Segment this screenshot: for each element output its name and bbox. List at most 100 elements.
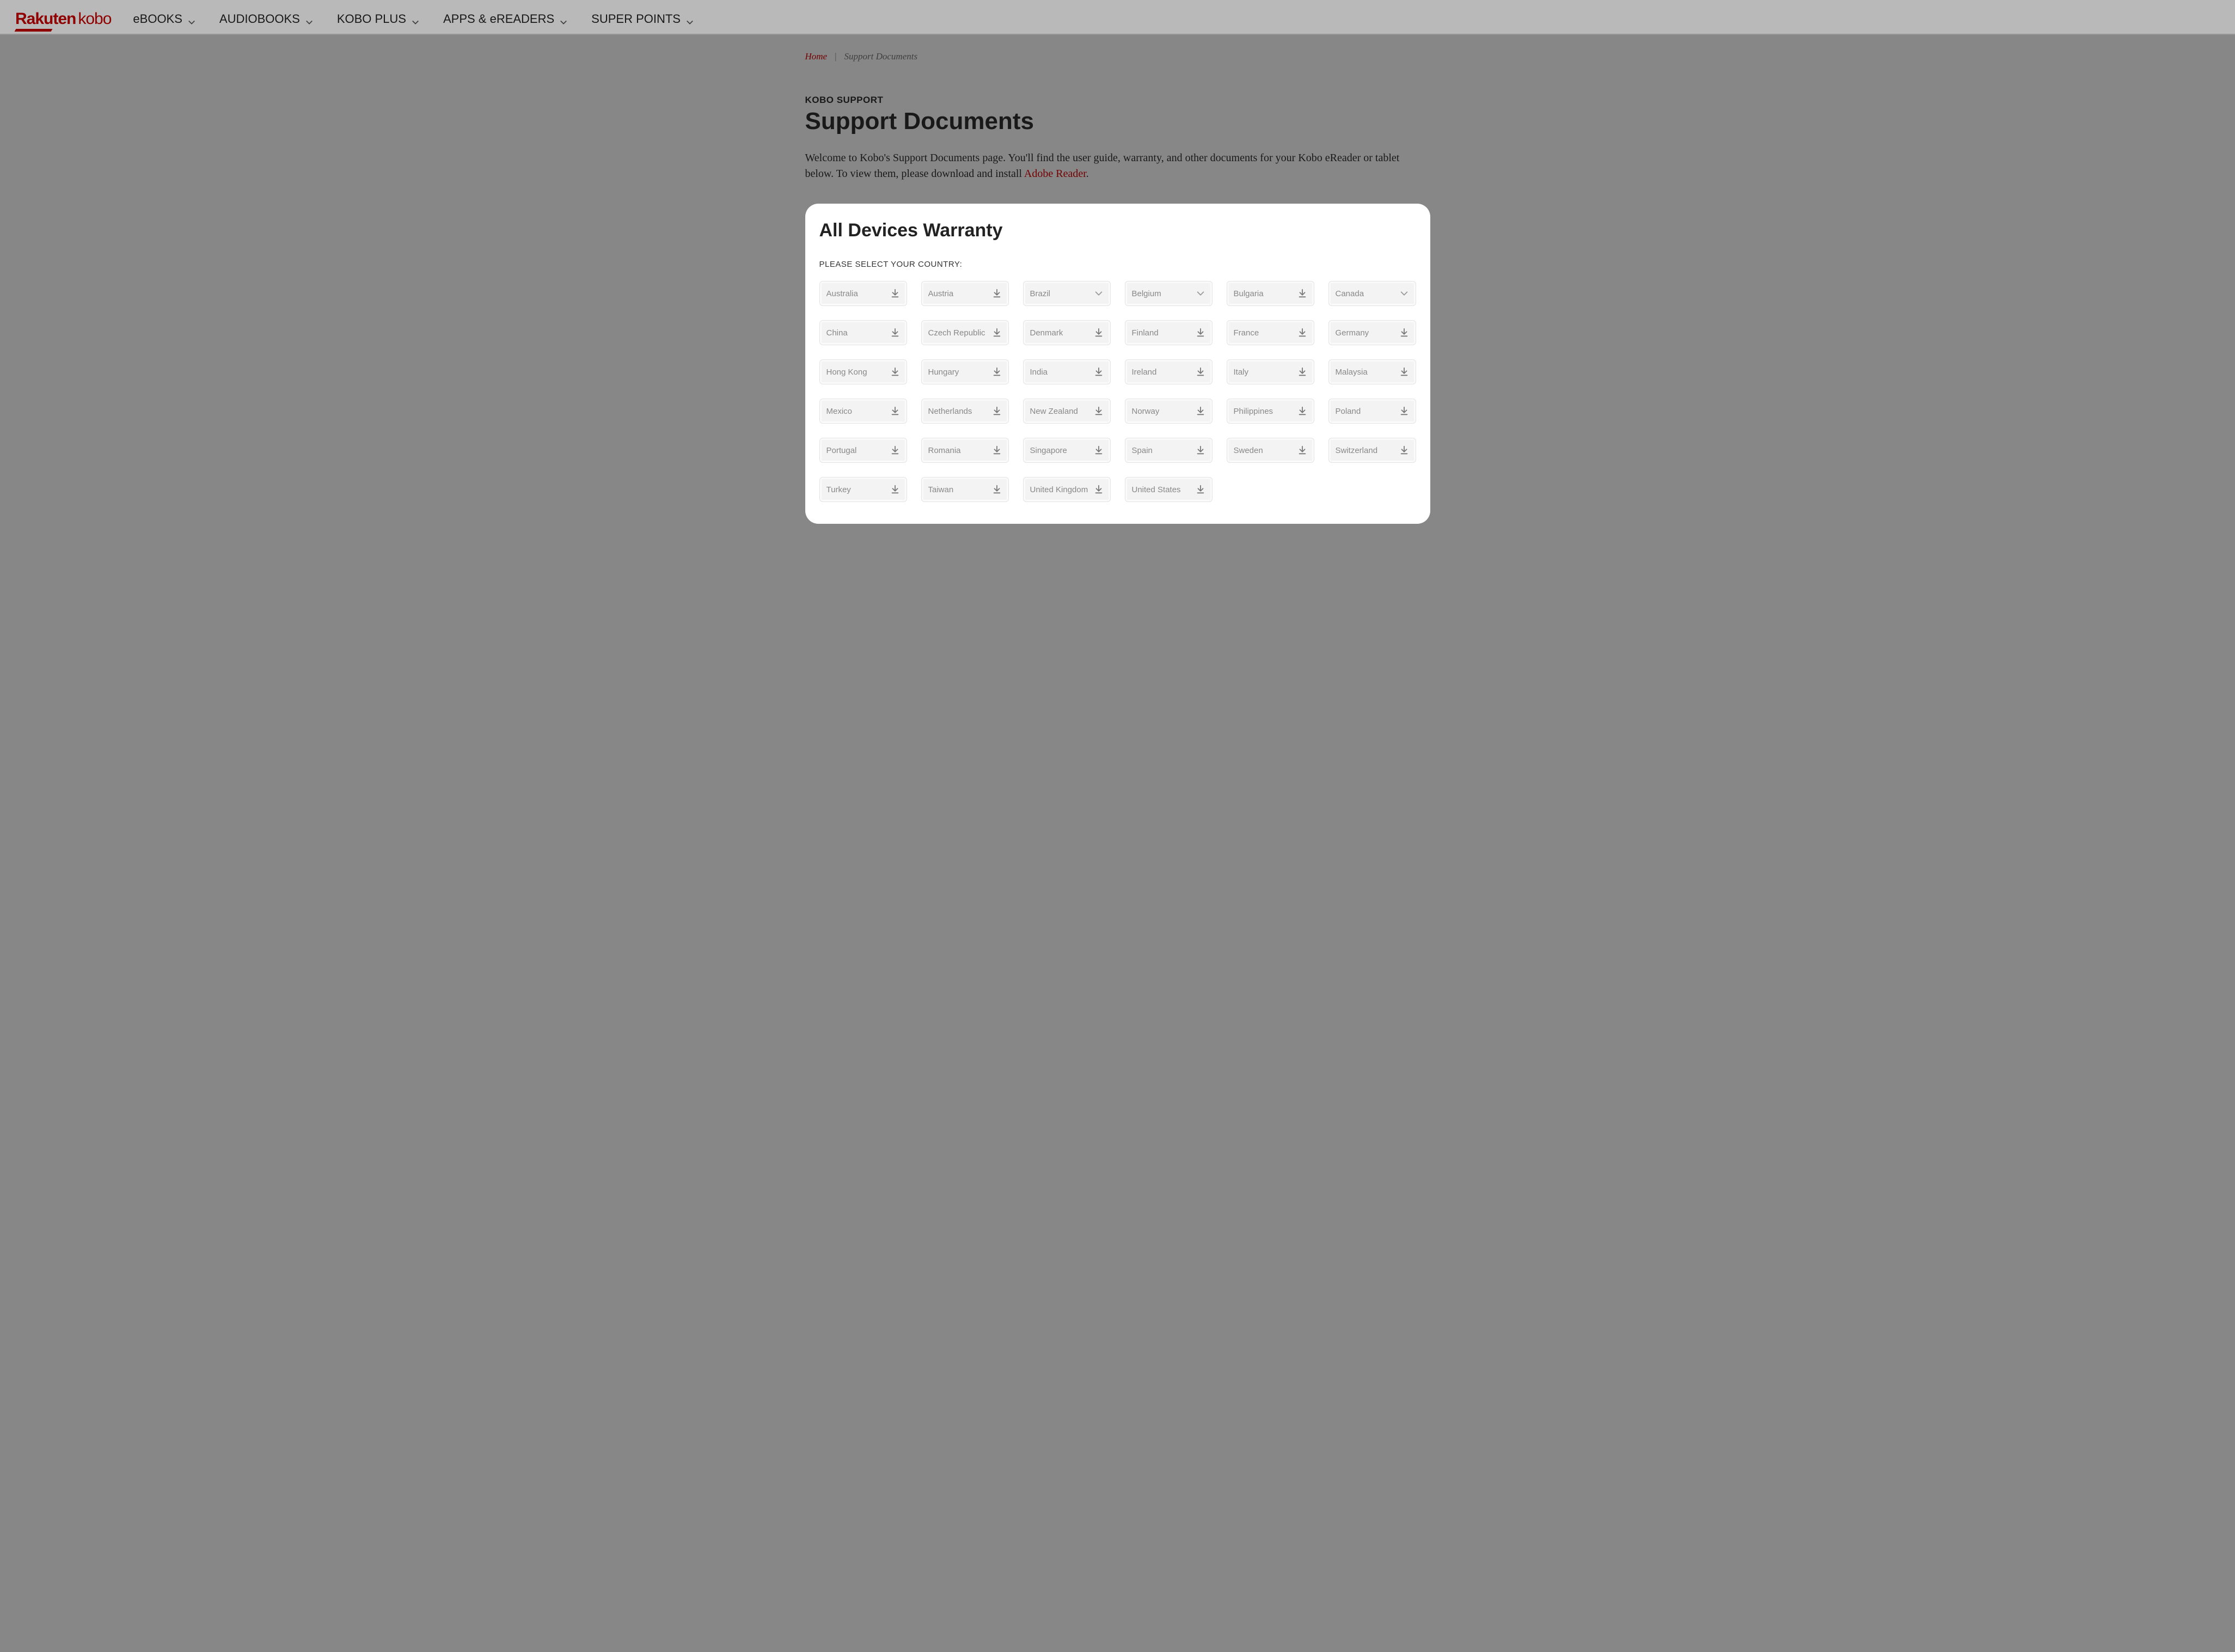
country-label: Romania — [928, 446, 961, 455]
country-button[interactable]: Czech Republic — [921, 320, 1009, 345]
download-icon — [992, 289, 1002, 298]
country-button[interactable]: Taiwan — [921, 477, 1009, 502]
country-button[interactable]: Philippines — [1227, 399, 1314, 424]
country-label: Netherlands — [928, 407, 972, 416]
intro-paragraph: Welcome to Kobo's Support Documents page… — [805, 150, 1430, 182]
country-button[interactable]: Hungary — [921, 359, 1009, 384]
country-label: Austria — [928, 289, 954, 298]
country-label: Australia — [826, 289, 858, 298]
country-button[interactable]: Austria — [921, 281, 1009, 306]
country-button[interactable]: Turkey — [819, 477, 907, 502]
country-label: Italy — [1234, 368, 1249, 377]
country-button[interactable]: Portugal — [819, 438, 907, 463]
logo-rakuten-text: Rakuten — [15, 10, 76, 28]
country-button[interactable]: Belgium — [1125, 281, 1213, 306]
download-icon — [1297, 289, 1307, 298]
warranty-card: All Devices Warranty PLEASE SELECT YOUR … — [805, 204, 1430, 524]
country-label: Portugal — [826, 446, 857, 455]
nav-item-ebooks[interactable]: eBOOKS — [133, 12, 195, 26]
country-label: Singapore — [1030, 446, 1067, 455]
country-button[interactable]: Sweden — [1227, 438, 1314, 463]
country-button[interactable]: Switzerland — [1328, 438, 1416, 463]
nav-item-super-points[interactable]: SUPER POINTS — [591, 12, 694, 26]
breadcrumb-home[interactable]: Home — [805, 51, 828, 62]
country-label: Hong Kong — [826, 368, 867, 377]
nav-item-apps-ereaders[interactable]: APPS & eREADERS — [443, 12, 567, 26]
country-label: Philippines — [1234, 407, 1273, 416]
logo-link[interactable]: Rakuten kobo — [15, 10, 111, 28]
country-label: Czech Republic — [928, 328, 985, 338]
country-button[interactable]: Italy — [1227, 359, 1314, 384]
download-icon — [992, 367, 1002, 377]
country-button[interactable]: United States — [1125, 477, 1213, 502]
country-button[interactable]: France — [1227, 320, 1314, 345]
country-label: France — [1234, 328, 1259, 338]
country-button[interactable]: Australia — [819, 281, 907, 306]
country-button[interactable]: Malaysia — [1328, 359, 1416, 384]
country-button[interactable]: Bulgaria — [1227, 281, 1314, 306]
country-button[interactable]: Canada — [1328, 281, 1416, 306]
download-icon — [1094, 485, 1104, 494]
download-icon — [992, 485, 1002, 494]
nav-label: SUPER POINTS — [591, 12, 681, 26]
nav-label: APPS & eREADERS — [443, 12, 554, 26]
chevron-down-icon — [1094, 289, 1104, 298]
download-icon — [890, 328, 900, 338]
country-button[interactable]: Mexico — [819, 399, 907, 424]
chevron-down-icon — [686, 15, 694, 23]
download-icon — [1399, 445, 1409, 455]
card-title: All Devices Warranty — [819, 220, 1416, 241]
nav-item-audiobooks[interactable]: AUDIOBOOKS — [219, 12, 313, 26]
country-label: Ireland — [1132, 368, 1157, 377]
adobe-reader-link[interactable]: Adobe Reader — [1024, 168, 1086, 180]
country-button[interactable]: United Kingdom — [1023, 477, 1111, 502]
country-button[interactable]: Brazil — [1023, 281, 1111, 306]
country-label: Spain — [1132, 446, 1153, 455]
country-button[interactable]: India — [1023, 359, 1111, 384]
country-button[interactable]: Denmark — [1023, 320, 1111, 345]
download-icon — [1297, 406, 1307, 416]
download-icon — [1297, 445, 1307, 455]
country-button[interactable]: Norway — [1125, 399, 1213, 424]
country-button[interactable]: Romania — [921, 438, 1009, 463]
country-label: Mexico — [826, 407, 853, 416]
logo-kobo-text: kobo — [78, 10, 111, 28]
download-icon — [1094, 367, 1104, 377]
nav-item-kobo-plus[interactable]: KOBO PLUS — [337, 12, 419, 26]
country-label: United Kingdom — [1030, 485, 1088, 494]
country-label: Sweden — [1234, 446, 1263, 455]
nav-label: AUDIOBOOKS — [219, 12, 300, 26]
country-button[interactable]: Hong Kong — [819, 359, 907, 384]
intro-text-suffix: . — [1086, 168, 1089, 180]
country-button[interactable]: Poland — [1328, 399, 1416, 424]
chevron-down-icon — [1196, 289, 1205, 298]
country-label: New Zealand — [1030, 407, 1078, 416]
country-button[interactable]: Netherlands — [921, 399, 1009, 424]
breadcrumb-current: Support Documents — [844, 51, 918, 62]
nav-label: eBOOKS — [133, 12, 182, 26]
country-button[interactable]: China — [819, 320, 907, 345]
breadcrumb-separator: | — [835, 51, 836, 62]
chevron-down-icon — [412, 15, 419, 23]
chevron-down-icon — [560, 15, 567, 23]
country-label: Malaysia — [1336, 368, 1368, 377]
country-label: China — [826, 328, 848, 338]
country-button[interactable]: New Zealand — [1023, 399, 1111, 424]
primary-nav: eBOOKS AUDIOBOOKS KOBO PLUS APPS & eREAD… — [133, 12, 694, 26]
country-label: Turkey — [826, 485, 851, 494]
country-button[interactable]: Ireland — [1125, 359, 1213, 384]
download-icon — [1196, 485, 1205, 494]
country-label: Norway — [1132, 407, 1160, 416]
country-button[interactable]: Finland — [1125, 320, 1213, 345]
download-icon — [1094, 445, 1104, 455]
download-icon — [1297, 367, 1307, 377]
country-button[interactable]: Germany — [1328, 320, 1416, 345]
country-button[interactable]: Spain — [1125, 438, 1213, 463]
select-country-label: PLEASE SELECT YOUR COUNTRY: — [819, 260, 1416, 269]
country-label: United States — [1132, 485, 1181, 494]
intro-text-prefix: Welcome to Kobo's Support Documents page… — [805, 152, 1400, 180]
breadcrumb: Home | Support Documents — [805, 51, 1430, 62]
country-label: Denmark — [1030, 328, 1063, 338]
top-navigation: Rakuten kobo eBOOKS AUDIOBOOKS KOBO PLUS… — [0, 0, 2235, 35]
country-button[interactable]: Singapore — [1023, 438, 1111, 463]
